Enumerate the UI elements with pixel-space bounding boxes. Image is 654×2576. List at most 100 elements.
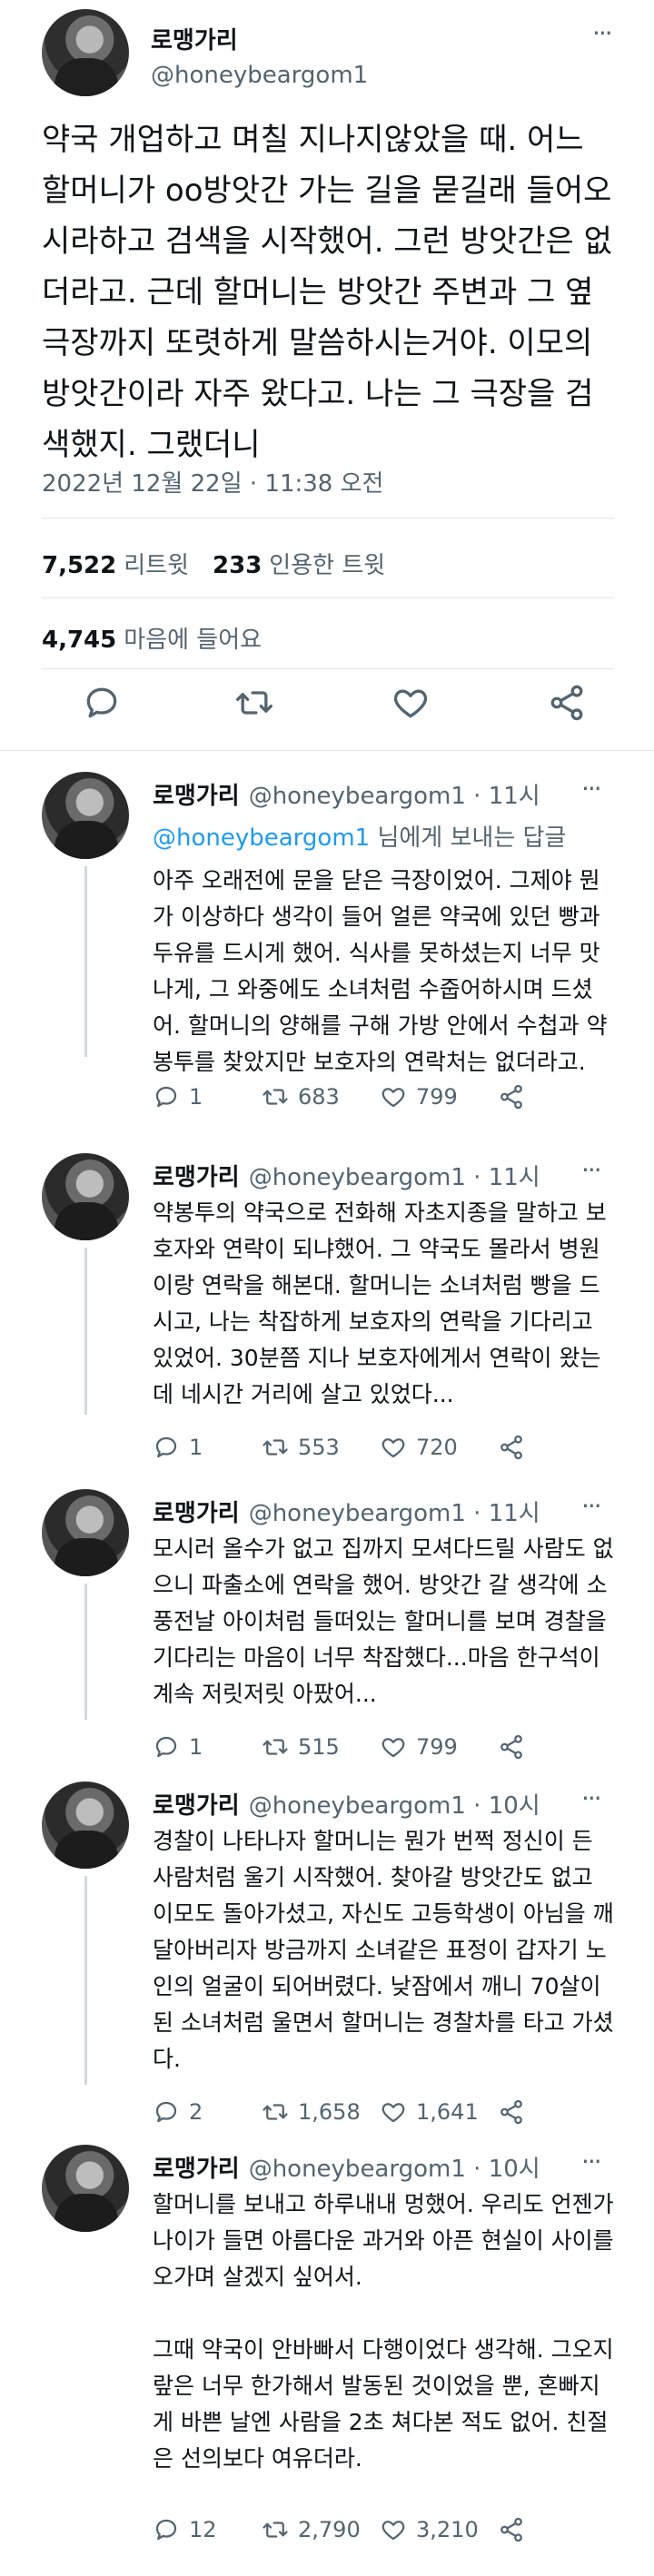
likes-label[interactable]: 마음에 들어요 <box>124 627 262 654</box>
author-name[interactable]: 로맹가리 <box>151 22 238 55</box>
author-name[interactable]: 로맹가리 <box>153 1500 240 1527</box>
reply-action-bar: 1 683 799 <box>153 1081 552 1113</box>
reply-button[interactable]: 1 <box>153 1081 203 1113</box>
avatar[interactable] <box>42 1489 129 1576</box>
reply-button[interactable]: 12 <box>153 2513 217 2546</box>
retweet-icon <box>263 1739 288 1755</box>
retweet-icon <box>263 1439 288 1456</box>
reply-button[interactable]: 1 <box>153 1731 203 1763</box>
author-handle[interactable]: @honeybeargom1 <box>249 1164 466 1191</box>
reply-header: 로맹가리 @honeybeargom1 · 11시 <box>153 1495 540 1528</box>
more-horizontal-icon[interactable]: ··· <box>581 1783 602 1813</box>
reply-text: 아주 오래전에 문을 닫은 극장이었어. 그제야 뭔가 이상하다 생각이 들어 … <box>153 867 608 1075</box>
share-button[interactable] <box>498 2513 534 2546</box>
quotes-count[interactable]: 233 <box>213 552 262 579</box>
replying-to-mention[interactable]: @honeybeargom1 <box>153 824 370 852</box>
more-horizontal-icon[interactable]: ··· <box>581 774 602 804</box>
likes-stats: 4,745 마음에 들어요 <box>42 621 285 655</box>
more-horizontal-icon[interactable]: ··· <box>581 1155 602 1185</box>
like-button[interactable]: 1,641 <box>380 2096 479 2128</box>
reply-time[interactable]: 10시 <box>489 1792 540 1820</box>
reply-time[interactable]: 11시 <box>489 783 540 810</box>
reply-button[interactable]: 2 <box>153 2096 203 2128</box>
like-count: 720 <box>416 1435 458 1460</box>
share-icon <box>500 2517 522 2542</box>
reply-icon <box>155 1086 177 1108</box>
author-handle[interactable]: @honeybeargom1 <box>249 783 466 810</box>
like-count: 799 <box>416 1734 458 1760</box>
share-icon[interactable] <box>547 683 587 723</box>
reply-header: 로맹가리 @honeybeargom1 · 10시 <box>153 2150 540 2184</box>
divider <box>0 750 654 751</box>
retweet-button[interactable]: 683 <box>262 1081 340 1113</box>
reply-text: 모시러 올수가 없고 집까지 모셔다드릴 사람도 없으니 파출소에 연락을 했어… <box>153 1535 614 1707</box>
tweet-timestamp[interactable]: 2022년 12월 22일 · 11:38 오전 <box>42 465 383 498</box>
retweet-button[interactable]: 515 <box>262 1731 340 1763</box>
reply-count: 12 <box>189 2517 217 2542</box>
author-name[interactable]: 로맹가리 <box>153 1792 240 1820</box>
more-horizontal-icon[interactable]: ··· <box>581 1491 602 1521</box>
retweets-label[interactable]: 리트윗 <box>124 552 189 579</box>
share-button[interactable] <box>498 1731 534 1763</box>
reply-time[interactable]: 11시 <box>489 1500 540 1527</box>
reply-count: 1 <box>189 1734 203 1760</box>
reply-count: 1 <box>189 1435 203 1460</box>
avatar[interactable] <box>42 9 129 96</box>
more-horizontal-icon[interactable]: ··· <box>592 18 613 48</box>
reply-header: 로맹가리 @honeybeargom1 · 11시 <box>153 777 540 811</box>
divider <box>42 668 614 669</box>
retweet-icon <box>263 2522 288 2538</box>
retweet-count: 683 <box>298 1084 340 1110</box>
reply-icon[interactable] <box>82 683 122 723</box>
separator-dot: · <box>473 783 481 810</box>
divider <box>42 597 614 598</box>
reply-button[interactable]: 1 <box>153 1431 203 1464</box>
main-tweet-header: 로맹가리 @honeybeargom1 ··· <box>42 9 623 107</box>
avatar[interactable] <box>42 1781 129 1869</box>
share-button[interactable] <box>498 1081 534 1113</box>
separator-dot: · <box>473 1164 481 1191</box>
retweet-button[interactable]: 1,658 <box>262 2096 361 2128</box>
like-icon <box>382 1088 405 1108</box>
avatar[interactable] <box>42 2145 129 2232</box>
retweet-icon[interactable] <box>234 683 274 723</box>
quotes-label[interactable]: 인용한 트윗 <box>269 552 385 579</box>
author-name[interactable]: 로맹가리 <box>153 2156 240 2183</box>
reply-icon <box>155 1736 177 1758</box>
author-handle[interactable]: @honeybeargom1 <box>249 1500 466 1527</box>
like-button[interactable]: 799 <box>380 1081 458 1113</box>
separator-dot: · <box>473 1500 481 1527</box>
author-name[interactable]: 로맹가리 <box>153 1164 240 1191</box>
reply-action-bar: 2 1,658 1,641 <box>153 2096 552 2128</box>
reply-time[interactable]: 11시 <box>489 1164 540 1191</box>
separator-dot: · <box>473 1792 481 1820</box>
retweet-button[interactable]: 553 <box>262 1431 340 1464</box>
retweets-count[interactable]: 7,522 <box>42 552 116 579</box>
reply-count: 2 <box>189 2099 203 2125</box>
author-name[interactable]: 로맹가리 <box>153 783 240 810</box>
avatar[interactable] <box>42 1153 129 1240</box>
thread-line <box>84 866 87 1057</box>
share-button[interactable] <box>498 1431 534 1464</box>
like-button[interactable]: 3,210 <box>380 2513 479 2546</box>
author-handle[interactable]: @honeybeargom1 <box>151 62 368 89</box>
author-handle[interactable]: @honeybeargom1 <box>249 1792 466 1820</box>
reply-icon <box>155 1436 177 1458</box>
like-button[interactable]: 720 <box>380 1431 458 1464</box>
retweet-button[interactable]: 2,790 <box>262 2513 361 2546</box>
thread-line <box>84 1584 87 1720</box>
like-button[interactable]: 799 <box>380 1731 458 1763</box>
like-count: 1,641 <box>416 2099 479 2125</box>
replying-to-label: 님에게 보내는 답글 <box>377 824 567 852</box>
retweet-icon <box>263 2104 288 2120</box>
share-button[interactable] <box>498 2096 534 2128</box>
reply-time[interactable]: 10시 <box>489 2156 540 2183</box>
like-icon[interactable] <box>391 683 431 723</box>
likes-count[interactable]: 4,745 <box>42 627 116 654</box>
more-horizontal-icon[interactable]: ··· <box>581 2147 602 2176</box>
retweet-quote-stats: 7,522 리트윗 233 인용한 트윗 <box>42 547 409 580</box>
like-count: 3,210 <box>416 2517 479 2542</box>
retweet-count: 553 <box>298 1435 340 1460</box>
author-handle[interactable]: @honeybeargom1 <box>249 2156 466 2183</box>
avatar[interactable] <box>42 772 129 859</box>
